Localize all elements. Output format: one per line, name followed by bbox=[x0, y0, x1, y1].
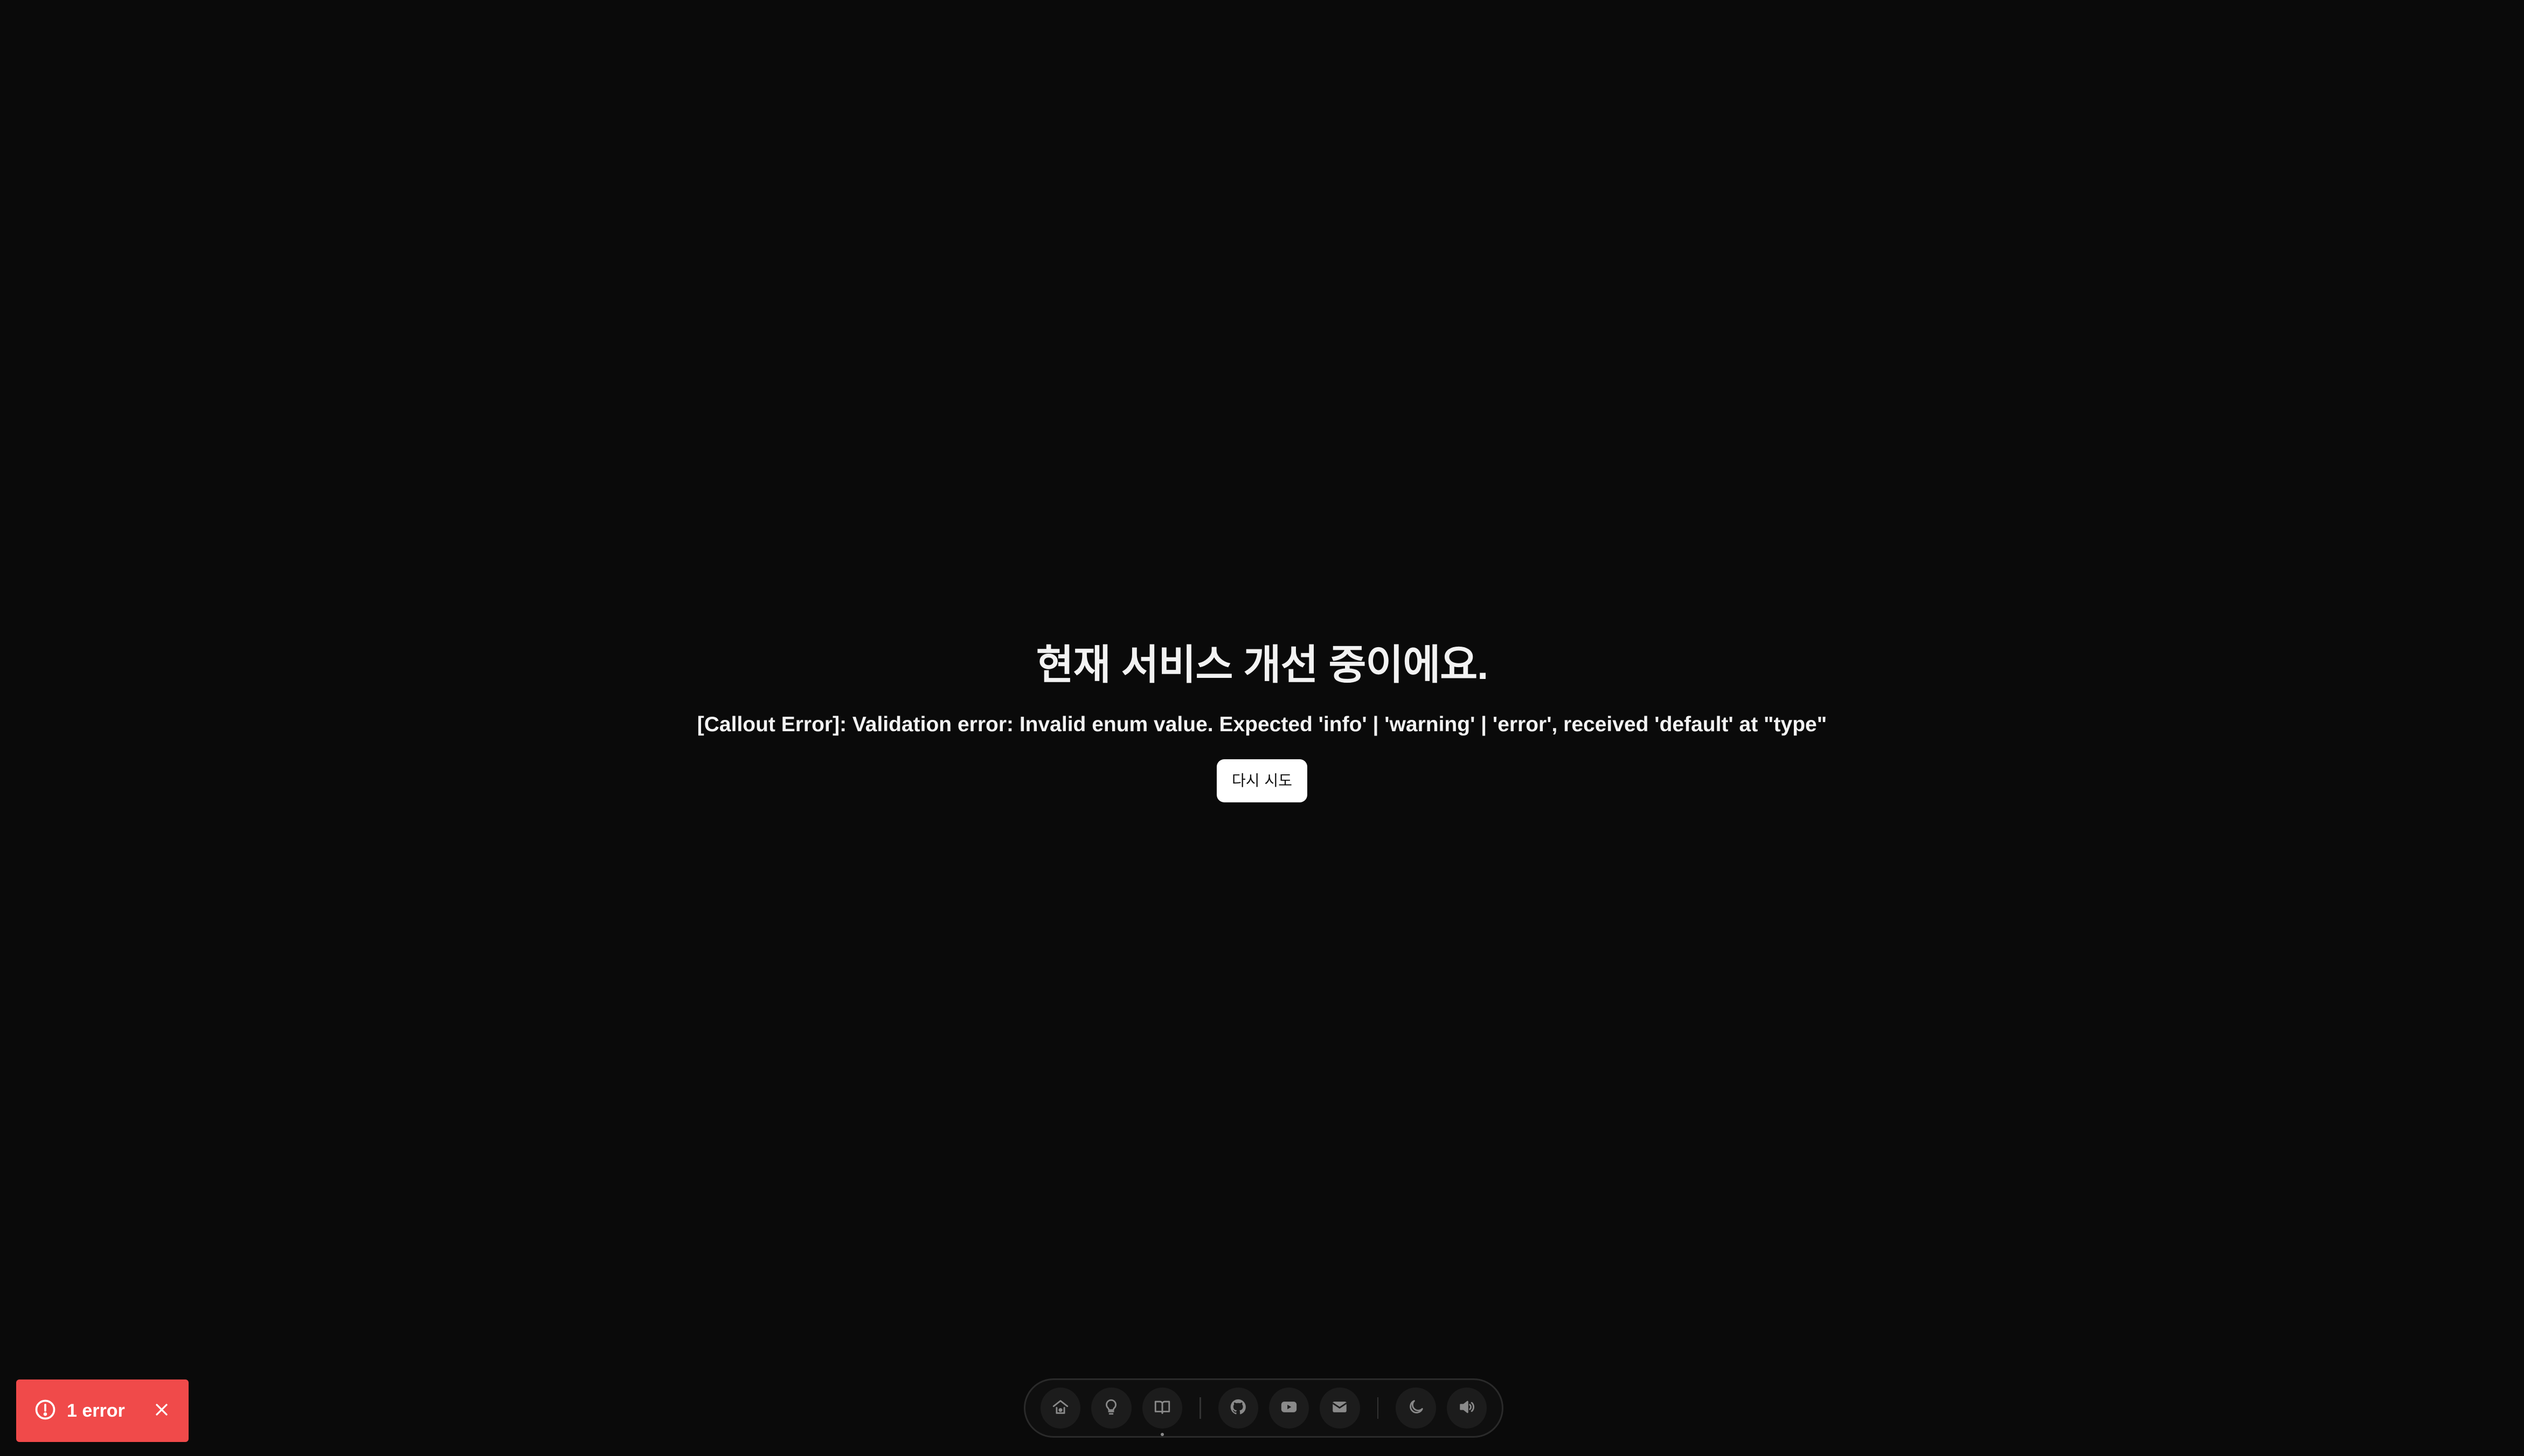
page: 현재 서비스 개선 중이에요. [Callout Error]: Validat… bbox=[0, 0, 2524, 1456]
alert-circle-icon bbox=[33, 1398, 67, 1424]
youtube-button[interactable] bbox=[1269, 1388, 1309, 1429]
mail-icon bbox=[1330, 1398, 1349, 1419]
dock-divider bbox=[1377, 1397, 1379, 1419]
close-icon[interactable] bbox=[152, 1400, 171, 1422]
lightbulb-icon bbox=[1102, 1398, 1120, 1419]
youtube-icon bbox=[1280, 1398, 1298, 1419]
mail-button[interactable] bbox=[1320, 1388, 1360, 1429]
speaker-icon bbox=[1458, 1398, 1476, 1419]
sound-toggle-button[interactable] bbox=[1446, 1388, 1487, 1429]
theme-toggle-button[interactable] bbox=[1396, 1388, 1436, 1429]
error-count-label: 1 error bbox=[67, 1400, 125, 1421]
dock-divider bbox=[1199, 1397, 1201, 1419]
page-title: 현재 서비스 개선 중이에요. bbox=[1036, 642, 1489, 688]
github-button[interactable] bbox=[1218, 1388, 1258, 1429]
home-icon bbox=[1051, 1398, 1070, 1419]
github-icon bbox=[1229, 1398, 1247, 1419]
error-panel: 현재 서비스 개선 중이에요. [Callout Error]: Validat… bbox=[0, 639, 2524, 802]
bottom-dock bbox=[1024, 1378, 1503, 1438]
book-icon bbox=[1153, 1398, 1171, 1419]
moon-icon bbox=[1407, 1398, 1425, 1419]
error-message: [Callout Error]: Validation error: Inval… bbox=[697, 713, 1827, 736]
ideas-button[interactable] bbox=[1091, 1388, 1132, 1429]
active-indicator bbox=[1160, 1433, 1164, 1436]
home-button[interactable] bbox=[1041, 1388, 1081, 1429]
retry-button[interactable]: 다시 시도 bbox=[1217, 759, 1307, 802]
error-toast[interactable]: 1 error bbox=[16, 1379, 189, 1442]
blog-button[interactable] bbox=[1142, 1388, 1182, 1436]
